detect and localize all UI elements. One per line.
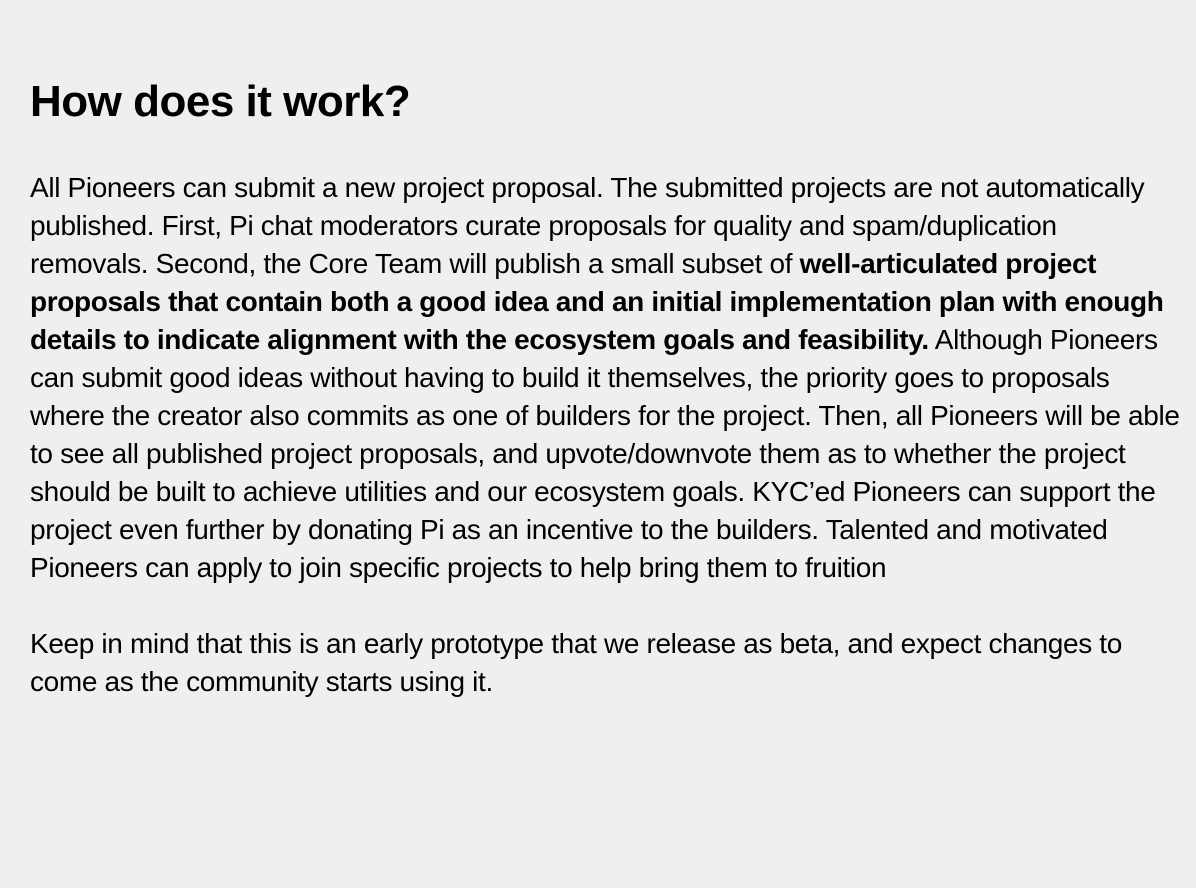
paragraph-text-rest: Although Pioneers can submit good ideas … — [30, 324, 1180, 583]
description-paragraph: All Pioneers can submit a new project pr… — [30, 169, 1180, 587]
how-it-works-section: How does it work? All Pioneers can submi… — [30, 74, 1180, 701]
page-title: How does it work? — [30, 77, 411, 126]
beta-notice-paragraph: Keep in mind that this is an early proto… — [30, 628, 1122, 697]
